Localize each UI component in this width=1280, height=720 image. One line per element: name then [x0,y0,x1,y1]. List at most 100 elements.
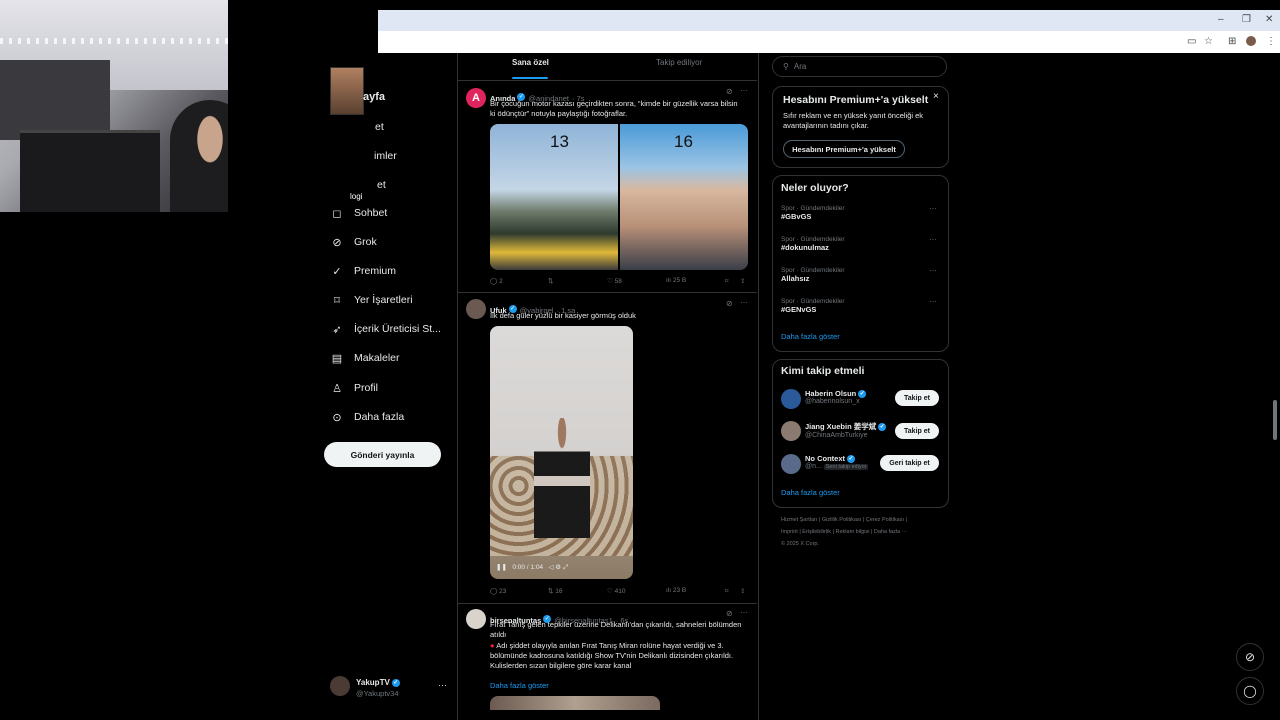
like-button[interactable]: ♡ 410 [607,587,626,595]
nav-item-bookmarks[interactable]: ⌑ Yer İşaretleri [330,288,413,312]
avatar[interactable] [466,609,486,629]
share-icon[interactable]: ⇪ [740,587,745,595]
post-video[interactable]: ❚❚ 0:00 / 1:04 ◁ ⚙ ⤢ [490,326,633,579]
like-button[interactable]: ♡ 58 [607,277,622,285]
nav-label: Yer İşaretleri [354,294,413,306]
show-more-link[interactable]: Daha fazla göster [781,332,840,341]
more-icon[interactable]: ··· [929,297,937,306]
post-media[interactable] [490,696,660,710]
more-icon[interactable]: ··· [740,608,748,617]
trend-item[interactable]: Spor · Gündemdekiler #dokunulmaz [781,236,941,252]
avatar[interactable] [781,421,801,441]
post-text: Bir çocuğun motor kazası geçirdikten son… [490,99,738,118]
follows-you-badge: Seni takip ediyor [823,464,869,471]
repost-icon: ⇅ [548,278,554,285]
grok-icon[interactable]: ⊘ [726,609,733,618]
menu-icon[interactable]: ⋮ [1266,36,1276,47]
views-button[interactable]: ılı 23 B [666,587,686,594]
close-window-button[interactable]: ✕ [1265,14,1273,25]
grok-fab[interactable]: ⊘ [1236,643,1264,671]
repost-button[interactable]: ⇅ [548,277,553,285]
trend-item[interactable]: Spor · Gündemdekiler Allahsız [781,267,941,283]
profile-icon[interactable] [1246,36,1256,46]
nav-label: Daha fazla [354,411,405,423]
profile-icon: ♙ [332,382,342,395]
follow-suggestion[interactable]: Jiang Xuebin 姜学斌 ✓ @ChinaAmbTurkiye [805,421,887,439]
reply-icon: ◯ [490,278,498,285]
bookmark-icon[interactable]: ⌑ [725,277,728,285]
more-icon[interactable]: ··· [929,235,937,244]
photo-label: 16 [674,132,693,151]
avatar[interactable] [781,389,801,409]
divider [458,292,757,293]
post-button[interactable]: Gönderi yayınla [324,442,441,467]
footer-links[interactable]: Hizmet Şartları | Gizlilik Politikası | … [781,514,951,550]
nav-item-sohbet[interactable]: ◻ Sohbet [330,201,387,225]
reply-button[interactable]: ◯ 2 [490,277,503,285]
post-text: Fırat Tanış gelen tepkiler üzerine Delik… [490,620,742,639]
trend-item[interactable]: Spor · Gündemdekiler #GENvGS [781,298,941,314]
nav-item-creator-studio[interactable]: ➶ İçerik Üreticisi St... [330,317,441,341]
verified-icon: ✓ [847,455,855,464]
restore-button[interactable]: ❐ [1242,14,1251,25]
nav-partial-label: imler [374,150,397,162]
article-icon: ▤ [331,352,343,365]
scrollbar[interactable] [1273,400,1277,440]
more-icon[interactable]: ··· [929,266,937,275]
post-text: İlk defa güler yüzlü bir kasiyer görmüş … [490,311,636,320]
nav-partial-label: et [377,179,386,191]
nav-partial-label: et [375,121,384,133]
star-icon[interactable]: ☆ [1204,36,1213,47]
bookmark-icon[interactable]: ⌑ [725,587,728,595]
repost-button[interactable]: ⇅ 16 [548,587,563,595]
heart-icon: ♡ [607,278,613,285]
minimize-button[interactable]: – [1218,14,1224,25]
avatar[interactable]: A [466,88,486,108]
close-icon[interactable]: × [933,91,939,102]
nav-item-more[interactable]: ⊙ Daha fazla [330,405,404,429]
account-switcher[interactable]: YakupTV ✓ @Yakuptv34 ··· [330,676,450,702]
more-icon[interactable]: ··· [740,298,748,307]
trend-item[interactable]: Spor · Gündemdekiler #GBvGS [781,205,941,221]
extension-icon[interactable]: ⊞ [1228,36,1236,47]
nav-item-articles[interactable]: ▤ Makaleler [330,346,400,370]
views-button[interactable]: ılı 25 B [666,277,686,284]
tab-for-you[interactable]: Sana özel [512,58,549,67]
avatar[interactable] [781,454,801,474]
premium-upgrade-button[interactable]: Hesabını Premium+'a yükselt [783,140,905,158]
cast-icon[interactable]: ▭ [1187,36,1196,47]
more-icon[interactable]: ··· [740,86,748,95]
post-media[interactable]: 13 16 [490,124,748,270]
chat-icon: ◻ [332,207,342,220]
share-icon[interactable]: ⇪ [740,277,745,285]
more-icon[interactable]: ··· [438,680,447,690]
grok-icon[interactable]: ⊘ [726,299,733,308]
grok-icon[interactable]: ⊘ [726,87,733,96]
follow-title: Kimi takip etmeli [781,365,865,377]
follow-button[interactable]: Takip et [895,423,939,439]
nav-item-profile[interactable]: ♙ Profil [330,376,378,400]
footer-line: Imprint | Erişilebilirlik | Reklam bilgi… [781,529,908,535]
messages-fab[interactable]: ◯ [1236,677,1264,705]
fullscreen-icon: ⤢ [562,564,569,571]
follow-suggestion[interactable]: Haberin Olsun ✓ @haberinolsun_x [805,389,867,405]
nav-label: Sohbet [354,207,388,219]
nav-partial-label: ayfa [363,91,386,103]
follow-back-button[interactable]: Geri takip et [880,455,939,471]
search-input[interactable]: ⚲ Ara [772,56,947,77]
chart-icon: ılı [666,587,672,594]
avatar[interactable] [466,299,486,319]
nav-item-premium[interactable]: ✓ Premium [330,259,396,283]
tab-following[interactable]: Takip ediliyor [656,58,702,67]
reply-button[interactable]: ◯ 23 [490,587,506,595]
video-controls[interactable]: ❚❚ 0:00 / 1:04 ◁ ⚙ ⤢ [496,563,568,572]
show-more-link[interactable]: Daha fazla göster [490,681,549,690]
show-more-link[interactable]: Daha fazla göster [781,488,840,497]
follow-suggestion[interactable]: No Context ✓ @n... Seni takip ediyor [805,454,869,471]
avatar [330,676,350,696]
follow-button[interactable]: Takip et [895,390,939,406]
premium-title: Hesabını Premium+'a yükselt [783,94,929,106]
nav-item-grok[interactable]: ⊘ Grok [330,230,377,254]
more-icon[interactable]: ··· [929,204,937,213]
nav-label: Grok [354,236,377,248]
